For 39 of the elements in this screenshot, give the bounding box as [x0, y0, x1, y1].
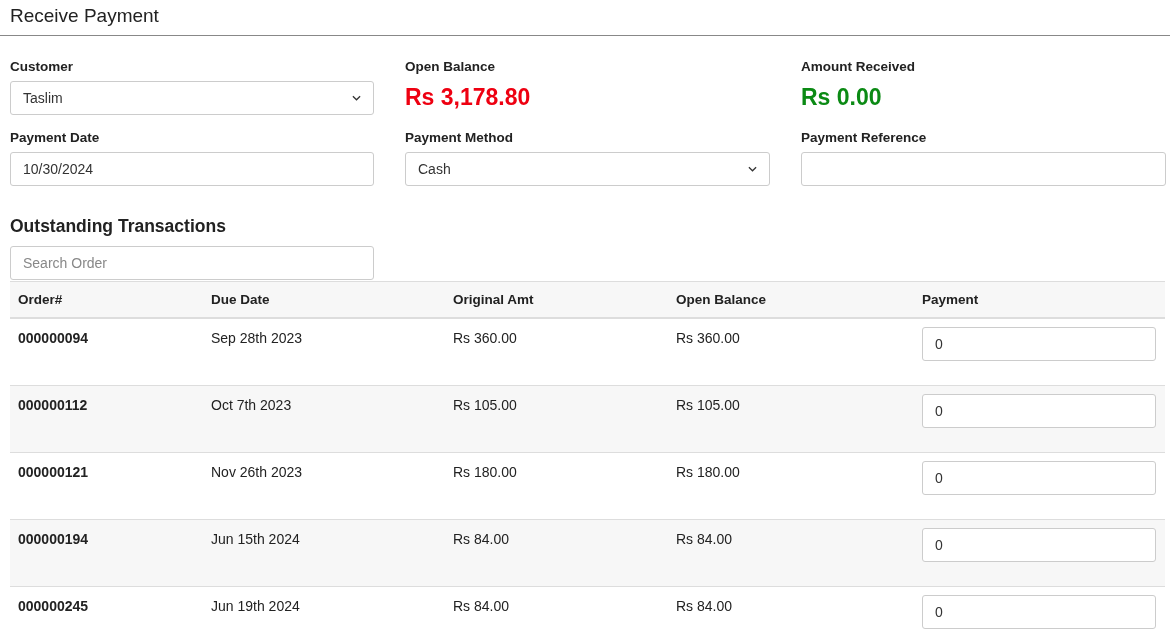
amount-value: Rs 3,178.80	[405, 83, 532, 112]
payment-field[interactable]: 0	[922, 394, 1156, 428]
chevron-icon	[352, 95, 361, 101]
payment-field[interactable]: 0	[922, 528, 1156, 562]
field-label: Amount Received	[801, 58, 917, 75]
field-label: Payment Reference	[801, 129, 928, 146]
payment-field[interactable]: 0	[922, 461, 1156, 495]
table-cell: 000000245	[10, 586, 203, 637]
table-cell: Rs 84.00	[445, 586, 668, 637]
table-cell: Rs 84.00	[668, 586, 914, 637]
table-cell: Rs 84.00	[668, 519, 914, 587]
input-field[interactable]	[801, 152, 1166, 186]
column-header: Due Date	[203, 281, 445, 318]
table-cell: 000000194	[10, 519, 203, 587]
table-cell: Rs 105.00	[445, 385, 668, 453]
dropdown[interactable]: Taslim	[10, 81, 374, 115]
table-cell: Oct 7th 2023	[203, 385, 445, 453]
table-cell: Rs 84.00	[445, 519, 668, 587]
field-label: Customer	[10, 58, 74, 75]
chevron-icon	[748, 166, 757, 172]
table-cell: Rs 105.00	[668, 385, 914, 453]
amount-value: Rs 0.00	[801, 83, 883, 112]
input-field[interactable]: 10/30/2024	[10, 152, 374, 186]
search-field[interactable]: Search Order	[10, 246, 374, 280]
field-label: Payment Date	[10, 129, 101, 146]
field-label: Payment Method	[405, 129, 514, 146]
field-label: Open Balance	[405, 58, 497, 75]
column-header: Original Amt	[445, 281, 668, 318]
section-title: Outstanding Transactions	[10, 216, 227, 236]
table-cell: Jun 19th 2024	[203, 586, 445, 637]
column-header: Payment	[914, 281, 1165, 318]
column-header: Open Balance	[668, 281, 914, 318]
column-header: Order#	[10, 281, 203, 318]
payment-field[interactable]: 0	[922, 595, 1156, 629]
dropdown[interactable]: Cash	[405, 152, 770, 186]
table-cell: 000000112	[10, 385, 203, 453]
table-cell: Jun 15th 2024	[203, 519, 445, 587]
payment-field[interactable]: 0	[922, 327, 1156, 361]
page-title: Receive Payment	[10, 4, 160, 28]
